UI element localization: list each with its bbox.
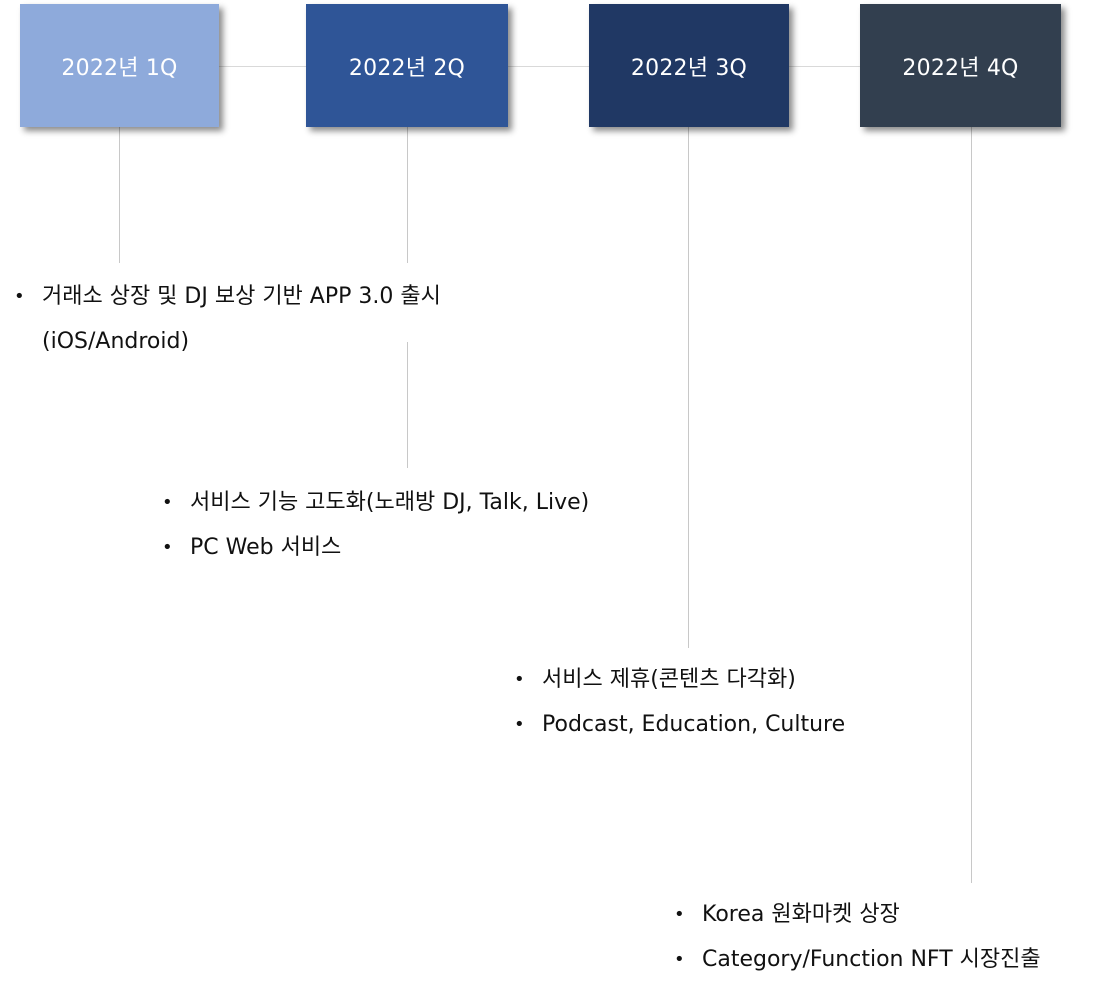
milestone-text: Korea 원화마켓 상장 [702, 902, 900, 927]
milestone-text: Podcast, Education, Culture [542, 712, 846, 737]
milestone-item: PC Web 서비스 [160, 525, 589, 570]
quarter-label: 2022년 4Q [902, 55, 1019, 81]
milestone-item: 서비스 제휴(콘텐츠 다각화) [512, 657, 845, 702]
milestone-item: Category/Function NFT 시장진출 [672, 937, 1041, 982]
connector-q2-upper [407, 127, 408, 263]
milestone-text: 서비스 제휴(콘텐츠 다각화) [542, 667, 796, 692]
milestone-text-continued: (iOS/Android) [42, 329, 190, 354]
milestones-q4: Korea 원화마켓 상장 Category/Function NFT 시장진출 [672, 892, 1041, 982]
milestone-text: 서비스 기능 고도화(노래방 DJ, Talk, Live) [190, 490, 590, 515]
connector-q1 [119, 127, 120, 263]
milestones-q2: 서비스 기능 고도화(노래방 DJ, Talk, Live) PC Web 서비… [160, 480, 589, 570]
quarter-label: 2022년 2Q [348, 55, 466, 81]
milestone-text: Category/Function NFT 시장진출 [702, 947, 1041, 972]
quarter-box-q1: 2022년 1Q [20, 4, 219, 127]
milestone-item: 거래소 상장 및 DJ 보상 기반 APP 3.0 출시 [12, 274, 441, 319]
quarter-box-q3: 2022년 3Q [589, 4, 789, 127]
connector-q2-lower [407, 342, 408, 468]
connector-q4 [971, 127, 972, 883]
roadmap-timeline: 2022년 1Q 2022년 2Q 2022년 3Q 2022년 4Q 거래소 … [0, 0, 1104, 989]
milestones-q1: 거래소 상장 및 DJ 보상 기반 APP 3.0 출시 [12, 274, 441, 319]
milestone-item: Podcast, Education, Culture [512, 702, 845, 747]
milestone-text: 거래소 상장 및 DJ 보상 기반 APP 3.0 출시 [42, 284, 441, 309]
quarter-label: 2022년 1Q [61, 55, 178, 81]
milestone-item: Korea 원화마켓 상장 [672, 892, 1041, 937]
milestones-q3: 서비스 제휴(콘텐츠 다각화) Podcast, Education, Cult… [512, 657, 845, 747]
milestones-q1-continuation: (iOS/Android) [42, 319, 189, 364]
connector-q3 [688, 127, 689, 648]
quarter-box-q4: 2022년 4Q [860, 4, 1061, 127]
quarter-label: 2022년 3Q [630, 55, 748, 81]
milestone-text: PC Web 서비스 [190, 535, 342, 560]
quarter-box-q2: 2022년 2Q [306, 4, 508, 127]
milestone-item: 서비스 기능 고도화(노래방 DJ, Talk, Live) [160, 480, 589, 525]
